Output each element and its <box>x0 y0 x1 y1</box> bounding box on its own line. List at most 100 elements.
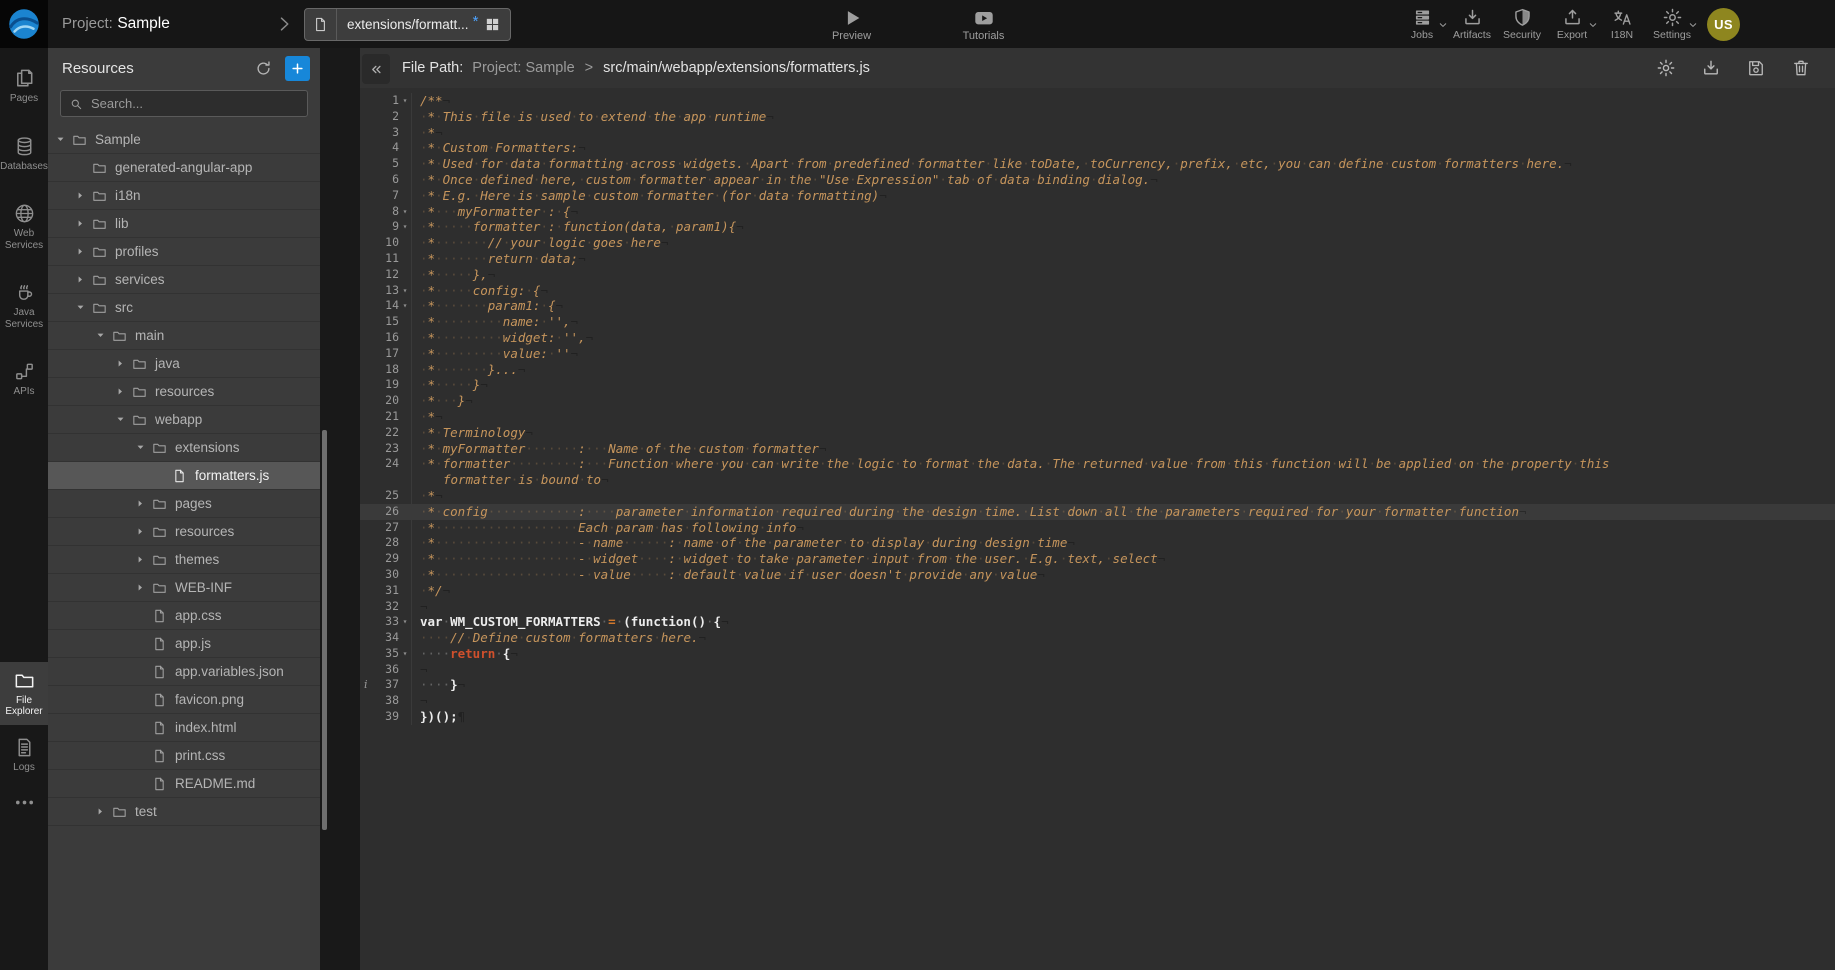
rail-item-more[interactable] <box>0 784 48 824</box>
caret-right-icon[interactable] <box>76 219 91 229</box>
tutorials-button[interactable]: Tutorials <box>918 0 1050 48</box>
tree-folder-profiles[interactable]: profiles <box>48 238 320 266</box>
tree-folder-i18n[interactable]: i18n <box>48 182 320 210</box>
rail-item-file-explorer[interactable]: File Explorer <box>0 662 48 725</box>
fold-toggle-icon[interactable]: ▾ <box>399 204 411 220</box>
rail-item-pages[interactable]: Pages <box>0 60 48 112</box>
tree-folder-resources[interactable]: resources <box>48 378 320 406</box>
code-text: ·*·········name:·'',¬ <box>412 314 578 330</box>
caret-right-icon[interactable] <box>76 275 91 285</box>
fold-toggle-icon[interactable]: ▾ <box>399 283 411 299</box>
collapse-panel-button[interactable] <box>362 54 390 84</box>
jobs-button[interactable]: Jobs <box>1397 0 1447 48</box>
fold-toggle-icon[interactable]: ▾ <box>399 93 411 109</box>
code-line: 24·*·formatter·········:···Function·wher… <box>360 456 1835 472</box>
tree-file-favicon-png[interactable]: favicon.png <box>48 686 320 714</box>
caret-down-icon[interactable] <box>96 331 111 341</box>
refresh-icon[interactable] <box>254 59 273 78</box>
line-number: 33 <box>385 614 399 630</box>
file-settings-button[interactable] <box>1656 58 1676 78</box>
tree-folder-src[interactable]: src <box>48 294 320 322</box>
fold-toggle-icon[interactable]: ▾ <box>399 298 411 314</box>
preview-button[interactable]: Preview <box>786 0 918 48</box>
rail-item-databases[interactable]: Databases <box>0 128 48 180</box>
caret-right-icon[interactable] <box>76 247 91 257</box>
gutter: 29 <box>360 551 412 567</box>
caret-right-icon[interactable] <box>96 807 111 817</box>
caret-right-icon[interactable] <box>116 387 131 397</box>
rail-item-java-services[interactable]: Java Services <box>0 274 48 337</box>
file-explorer-icon <box>13 669 36 692</box>
code-text: ¬ <box>412 662 428 678</box>
caret-down-icon[interactable] <box>76 303 91 313</box>
rail-item-label: APIs <box>13 386 34 398</box>
caret-down-icon[interactable] <box>136 443 151 453</box>
app-window: Project: Sample extensions/formatt... * … <box>0 0 1835 970</box>
settings-button[interactable]: Settings <box>1647 0 1697 48</box>
caret-down-icon[interactable] <box>56 135 71 145</box>
caret-right-icon[interactable] <box>136 499 151 509</box>
tree-folder-main[interactable]: main <box>48 322 320 350</box>
tree-folder-resources[interactable]: resources <box>48 518 320 546</box>
tree-file-index-html[interactable]: index.html <box>48 714 320 742</box>
fold-toggle-icon[interactable]: ▾ <box>399 219 411 235</box>
tree-file-app-css[interactable]: app.css <box>48 602 320 630</box>
tree-file-app-js[interactable]: app.js <box>48 630 320 658</box>
tree-folder-webapp[interactable]: webapp <box>48 406 320 434</box>
open-file-tab[interactable]: extensions/formatt... * <box>304 8 511 41</box>
caret-right-icon[interactable] <box>136 527 151 537</box>
logs-icon <box>13 736 36 759</box>
export-button[interactable]: Export <box>1547 0 1597 48</box>
code-line: 39})();¶ <box>360 709 1835 725</box>
rail-item-web-services[interactable]: Web Services <box>0 195 48 258</box>
code-line: 15·*·········name:·'',¬ <box>360 314 1835 330</box>
folder-icon <box>91 188 108 204</box>
caret-right-icon[interactable] <box>136 555 151 565</box>
tree-folder-pages[interactable]: pages <box>48 490 320 518</box>
tree-file-print-css[interactable]: print.css <box>48 742 320 770</box>
tree-folder-test[interactable]: test <box>48 798 320 826</box>
tree-folder-extensions[interactable]: extensions <box>48 434 320 462</box>
line-number: 32 <box>385 599 399 615</box>
tree-folder-services[interactable]: services <box>48 266 320 294</box>
code-editor[interactable]: 1▾/**¬2·*·This·file·is·used·to·extend·th… <box>360 88 1835 970</box>
tree-file-formatters-js[interactable]: formatters.js <box>48 462 320 490</box>
save-file-button[interactable] <box>1746 58 1766 78</box>
user-avatar[interactable]: US <box>1707 8 1740 41</box>
caret-right-icon[interactable] <box>116 359 131 369</box>
fold-toggle-icon[interactable]: ▾ <box>399 614 411 630</box>
search-input[interactable] <box>89 95 299 112</box>
grid-icon[interactable] <box>478 16 510 33</box>
wavemaker-logo[interactable] <box>0 0 48 48</box>
rail-item-apis[interactable]: APIs <box>0 353 48 405</box>
caret-right-icon[interactable] <box>136 583 151 593</box>
gutter: 8▾ <box>360 204 412 220</box>
tree-file-readme-md[interactable]: README.md <box>48 770 320 798</box>
artifacts-button[interactable]: Artifacts <box>1447 0 1497 48</box>
code-text: ·*·Terminology¬ <box>412 425 533 441</box>
caret-spacer <box>136 667 151 677</box>
code-text: ·*·Custom·Formatters:¬ <box>412 140 586 156</box>
security-button[interactable]: Security <box>1497 0 1547 48</box>
line-number: 29 <box>385 551 399 567</box>
line-number: 1 <box>392 93 399 109</box>
i18n-button[interactable]: I18N <box>1597 0 1647 48</box>
delete-file-button[interactable] <box>1791 58 1811 78</box>
caret-down-icon[interactable] <box>116 415 131 425</box>
rail-item-logs[interactable]: Logs <box>0 729 48 781</box>
gutter: 24 <box>360 456 412 472</box>
tree-folder-themes[interactable]: themes <box>48 546 320 574</box>
tree-folder-java[interactable]: java <box>48 350 320 378</box>
caret-right-icon[interactable] <box>76 191 91 201</box>
tree-folder-generated-angular-app[interactable]: generated-angular-app <box>48 154 320 182</box>
scrollbar-thumb[interactable] <box>322 430 327 830</box>
line-number: 31 <box>385 583 399 599</box>
security-icon <box>1512 7 1533 28</box>
fold-toggle-icon[interactable]: ▾ <box>399 646 411 662</box>
tree-folder-sample[interactable]: Sample <box>48 126 320 154</box>
tree-folder-web-inf[interactable]: WEB-INF <box>48 574 320 602</box>
tree-file-app-variables-json[interactable]: app.variables.json <box>48 658 320 686</box>
tree-folder-lib[interactable]: lib <box>48 210 320 238</box>
add-resource-button[interactable] <box>285 56 310 81</box>
download-file-button[interactable] <box>1701 58 1721 78</box>
